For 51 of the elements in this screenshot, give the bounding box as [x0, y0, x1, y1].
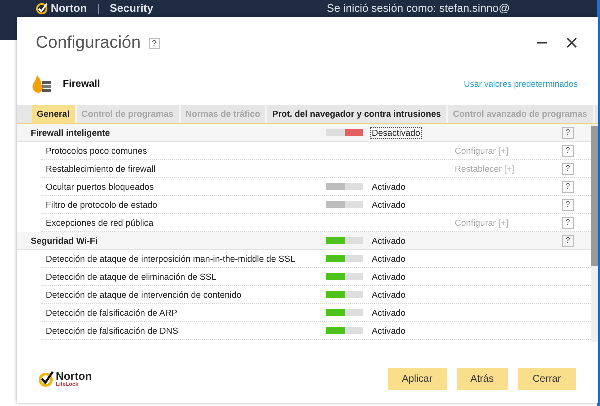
help-button[interactable]: ?	[562, 198, 574, 210]
brand-name: Norton	[56, 372, 92, 382]
setting-label: Detección de falsificación de DNS	[46, 326, 180, 336]
help-button[interactable]: ?	[148, 38, 160, 48]
scrollbar[interactable]	[591, 124, 598, 342]
brand-name: Norton	[51, 3, 88, 15]
toggle-switch[interactable]	[326, 327, 363, 334]
setting-label: Protocolos poco comunes	[46, 146, 148, 156]
help-button[interactable]: ?	[562, 234, 574, 246]
setting-label: Ocultar puertos bloqueados	[46, 182, 156, 192]
toggle-switch[interactable]	[326, 255, 363, 262]
section-label: Firewall inteligente	[31, 128, 112, 138]
setting-label: Detección de falsificación de ARP	[46, 308, 179, 318]
checkmark-logo-icon	[37, 370, 55, 388]
status-text: Activado	[371, 180, 407, 192]
status-text: Activado	[371, 324, 407, 336]
status-text: Activado	[371, 306, 407, 318]
setting-label: Detección de ataque de interposición man-in-the-middle de SSL	[46, 254, 296, 264]
dialog-button[interactable]: Cerrar	[518, 368, 576, 390]
setting-label: Restablecimiento de firewall	[46, 164, 157, 174]
dialog-button[interactable]: Atrás	[456, 368, 508, 390]
setting-label: Detección de ataque de eliminación de SSL	[46, 272, 218, 282]
status-text: Activado	[371, 198, 407, 210]
help-button[interactable]: ?	[562, 162, 574, 174]
toggle-switch[interactable]	[326, 237, 363, 244]
toggle-switch[interactable]	[326, 273, 363, 280]
tab[interactable]: General	[32, 105, 77, 123]
help-button[interactable]: ?	[562, 126, 574, 138]
status-text: Desactivado	[370, 126, 422, 138]
checkmark-logo-icon	[36, 3, 48, 15]
status-text: Activado	[371, 270, 407, 282]
section-label: Seguridad Wi-Fi	[31, 236, 99, 246]
setting-label: Filtro de protocolo de estado	[46, 200, 158, 210]
close-icon[interactable]	[566, 37, 578, 49]
setting-label: Detección de ataque de intervención de contenido	[46, 290, 243, 300]
status-text: Activado	[371, 234, 407, 246]
setting-label: Excepciones de red pública	[46, 218, 155, 228]
help-button[interactable]: ?	[562, 144, 574, 156]
help-button[interactable]: ?	[562, 216, 574, 228]
section-title: Firewall	[63, 78, 100, 90]
status-text: Activado	[371, 288, 407, 300]
flame-wall-icon	[31, 73, 53, 95]
dialog-title: Configuración	[36, 33, 141, 53]
toggle-switch[interactable]	[326, 291, 363, 298]
product-name: Security	[110, 3, 154, 15]
help-button[interactable]: ?	[562, 180, 574, 192]
status-text: Activado	[371, 252, 407, 264]
signed-in-text: Se inició sesión como: stefan.sinno@	[327, 3, 510, 15]
toggle-switch[interactable]	[326, 309, 363, 316]
dialog-button[interactable]: Aplicar	[388, 368, 447, 390]
toggle-switch[interactable]	[326, 129, 363, 136]
